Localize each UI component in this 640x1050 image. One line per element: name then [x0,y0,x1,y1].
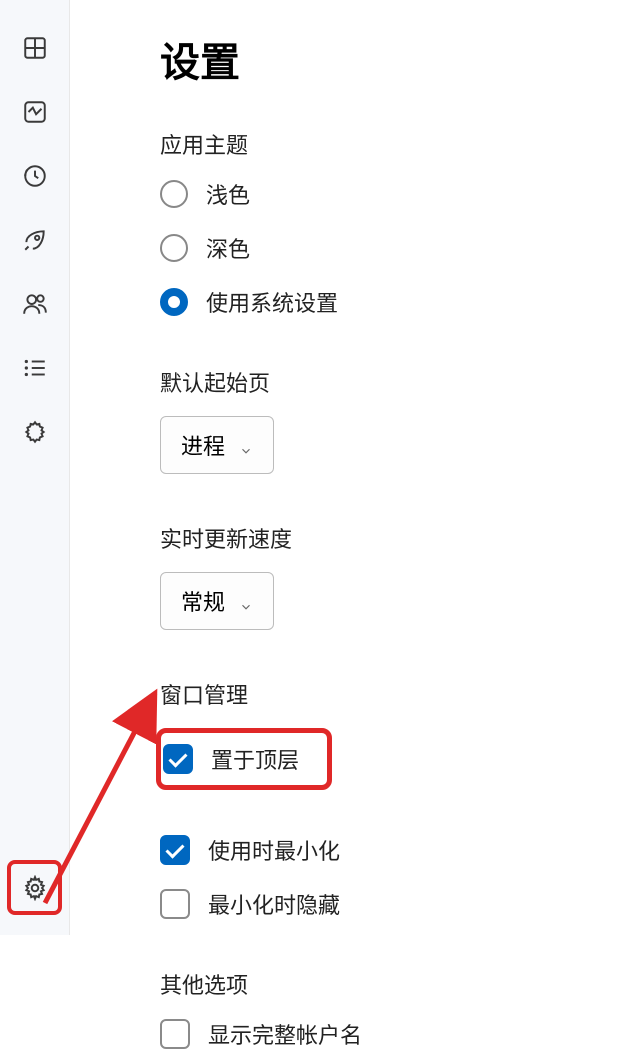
start-page-value: 进程 [181,429,225,461]
performance-icon[interactable] [22,99,48,125]
checkbox-unchecked-icon [160,1019,190,1049]
other-group: 显示完整帐户名 [160,1018,610,1050]
theme-radio-light[interactable]: 浅色 [160,178,610,210]
radio-circle-icon [160,180,188,208]
window-mgmt-group: 置于顶层 使用时最小化 最小化时隐藏 [160,728,610,920]
hide-minimized-label: 最小化时隐藏 [208,888,340,920]
hide-minimized-checkbox[interactable]: 最小化时隐藏 [160,888,610,920]
radio-circle-icon [160,234,188,262]
on-top-checkbox[interactable]: 置于顶层 [163,743,299,775]
other-section-label: 其他选项 [160,968,610,1000]
theme-section-label: 应用主题 [160,128,610,160]
theme-radio-group: 浅色 深色 使用系统设置 [160,178,610,318]
settings-icon[interactable] [22,875,48,901]
history-icon[interactable] [22,163,48,189]
settings-panel: 设置 应用主题 浅色 深色 使用系统设置 默认起始页 进程 实时更新速度 常规 … [70,0,640,935]
theme-label-light: 浅色 [206,178,250,210]
services-icon[interactable] [22,419,48,445]
window-mgmt-section-label: 窗口管理 [160,678,610,710]
checkbox-checked-icon [163,744,193,774]
minimize-on-use-checkbox[interactable]: 使用时最小化 [160,834,610,866]
minimize-on-use-label: 使用时最小化 [208,834,340,866]
update-speed-value: 常规 [181,585,225,617]
users-icon[interactable] [22,291,48,317]
radio-circle-selected-icon [160,288,188,316]
theme-radio-dark[interactable]: 深色 [160,232,610,264]
processes-icon[interactable] [22,35,48,61]
startup-icon[interactable] [22,227,48,253]
settings-highlight [7,860,62,915]
full-account-label: 显示完整帐户名 [208,1018,362,1050]
details-icon[interactable] [22,355,48,381]
update-speed-dropdown[interactable]: 常规 [160,572,274,630]
checkbox-unchecked-icon [160,889,190,919]
full-account-checkbox[interactable]: 显示完整帐户名 [160,1018,610,1050]
theme-label-dark: 深色 [206,232,250,264]
on-top-label: 置于顶层 [211,743,299,775]
theme-radio-system[interactable]: 使用系统设置 [160,286,610,318]
chevron-down-icon [239,594,253,608]
page-title: 设置 [160,30,610,88]
sidebar [0,0,70,935]
checkbox-checked-icon [160,835,190,865]
update-speed-section-label: 实时更新速度 [160,522,610,554]
on-top-highlight: 置于顶层 [156,728,332,790]
start-page-section-label: 默认起始页 [160,366,610,398]
chevron-down-icon [239,438,253,452]
start-page-dropdown[interactable]: 进程 [160,416,274,474]
theme-label-system: 使用系统设置 [206,286,338,318]
